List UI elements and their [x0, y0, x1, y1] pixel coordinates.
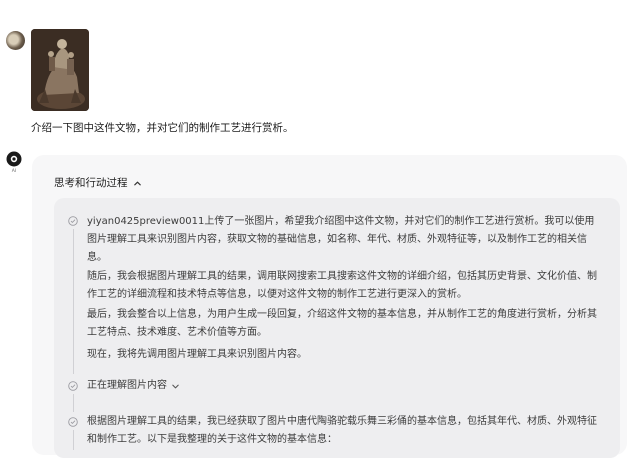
step-check-icon	[68, 381, 78, 391]
step-understanding-image[interactable]: 正在理解图片内容	[87, 379, 180, 393]
thinking-result-paragraph: 根据图片理解工具的结果，我已经获取了图片中唐代陶骆驼载乐舞三彩俑的基本信息，包括…	[87, 416, 597, 445]
user-message: 介绍一下图中这件文物，并对它们的制作工艺进行赏析。	[31, 122, 294, 134]
thinking-header-label: 思考和行动过程	[54, 177, 128, 189]
thinking-paragraph: 随后，我会根据图片理解工具的结果，调用联网搜索工具搜索这件文物的详细介绍，包括其…	[87, 271, 597, 300]
step-check-icon	[68, 417, 78, 427]
step-check-icon	[68, 216, 78, 226]
uploaded-artifact-image[interactable]	[31, 29, 89, 111]
assistant-avatar-label: AI	[12, 168, 16, 173]
timeline-line	[73, 430, 74, 450]
timeline-line	[73, 394, 74, 412]
chevron-down-icon	[172, 384, 179, 388]
thinking-paragraph: 最后，我会整合以上信息，为用户生成一段回复，介绍这件文物的基本信息，并从制作工艺…	[87, 309, 597, 338]
timeline-line	[73, 229, 74, 374]
assistant-avatar: AI	[5, 151, 23, 174]
step-label-text: 正在理解图片内容	[87, 380, 167, 391]
thinking-paragraph: 现在，我将先调用图片理解工具来识别图片内容。	[87, 349, 307, 360]
user-avatar	[6, 31, 25, 50]
thinking-toggle[interactable]: 思考和行动过程	[54, 176, 142, 190]
thinking-paragraph: yiyan0425preview0011上传了一张图片，希望我介绍图中这件文物，…	[87, 216, 595, 263]
chevron-up-icon	[133, 181, 141, 185]
